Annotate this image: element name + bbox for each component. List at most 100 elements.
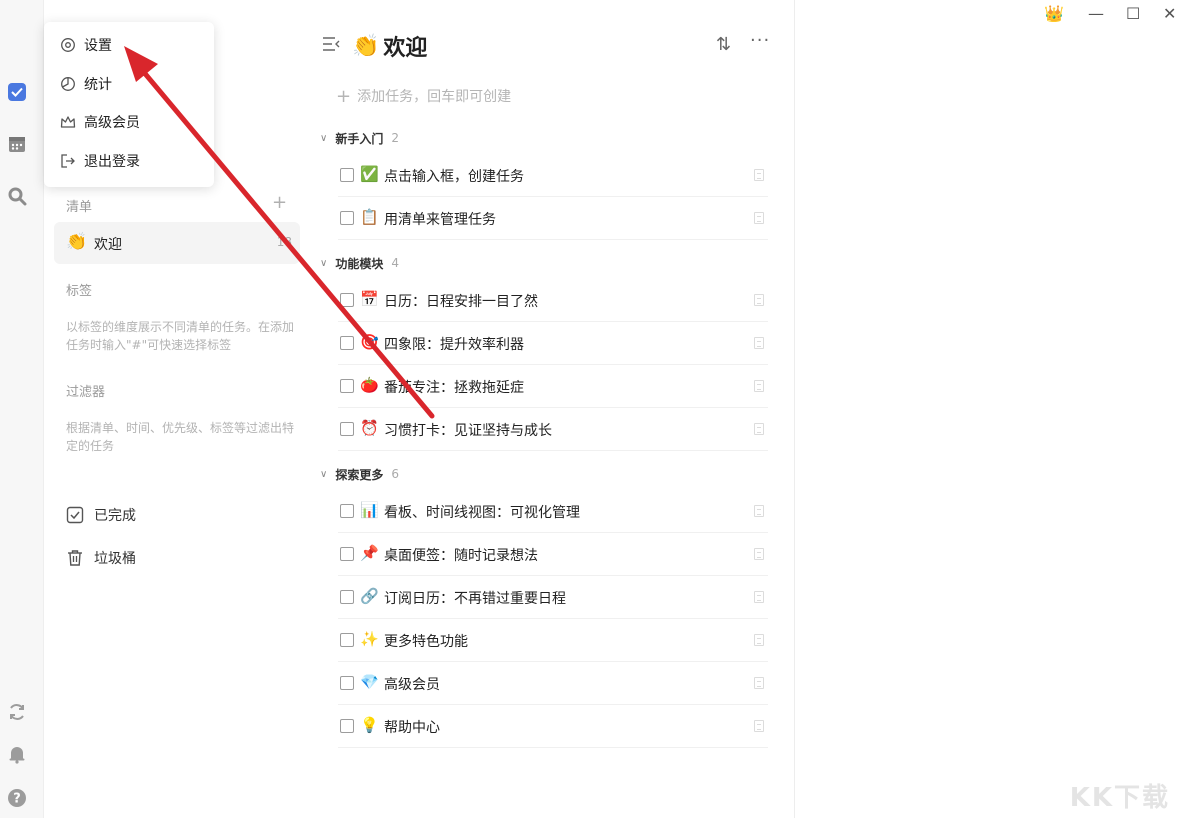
note-icon: [754, 380, 764, 392]
task-checkbox-icon[interactable]: [5, 80, 29, 104]
note-icon: [754, 212, 764, 224]
task-checkbox[interactable]: [340, 336, 354, 350]
task-checkbox[interactable]: [340, 504, 354, 518]
add-task-input[interactable]: + 添加任务，回车即可创建: [336, 85, 512, 107]
tags-hint: 以标签的维度展示不同清单的任务。在添加任务时输入"#"可快速选择标签: [66, 320, 295, 352]
menu-item-settings[interactable]: 设置: [60, 34, 112, 56]
task-title: 点击输入框，创建任务: [384, 169, 524, 185]
sidebar-item-completed[interactable]: 已完成: [66, 503, 136, 527]
task-checkbox[interactable]: [340, 547, 354, 561]
task-list-panel: 👏 欢迎 ⇅ ··· + 添加任务，回车即可创建 ∨ 新手入门 2 ✅ 点击输入…: [300, 0, 795, 818]
crown-outline-icon: [60, 116, 76, 128]
task-checkbox[interactable]: [340, 211, 354, 225]
menu-item-statistics-label: 统计: [84, 77, 112, 93]
menu-item-statistics[interactable]: 统计: [60, 73, 112, 95]
task-checkbox[interactable]: [340, 633, 354, 647]
lists-section-title: 清单: [66, 200, 93, 215]
detail-panel: 👑 — ☐ ✕ KK下载: [796, 0, 1178, 818]
task-row[interactable]: ✅ 点击输入框，创建任务: [338, 154, 768, 197]
calendar-icon[interactable]: [5, 132, 29, 156]
task-title: 四象限：提升效率利器: [384, 337, 524, 353]
group-count: 4: [391, 256, 399, 270]
plus-icon: +: [336, 85, 352, 107]
task-row[interactable]: 📋 用清单来管理任务: [338, 197, 768, 240]
task-row[interactable]: 📊 看板、时间线视图：可视化管理: [338, 490, 768, 533]
close-button[interactable]: ✕: [1163, 4, 1176, 23]
task-title: 习惯打卡：见证坚持与成长: [384, 423, 552, 439]
task-row[interactable]: 🍅 番茄专注：拯救拖延症: [338, 365, 768, 408]
task-checkbox[interactable]: [340, 590, 354, 604]
group-header[interactable]: ∨ 探索更多 6: [320, 464, 399, 484]
page-title-text: 欢迎: [383, 36, 428, 61]
sidebar-item-completed-label: 已完成: [94, 508, 136, 524]
task-checkbox[interactable]: [340, 719, 354, 733]
link-icon: 🔗: [360, 587, 379, 605]
task-row[interactable]: 📌 桌面便签：随时记录想法: [338, 533, 768, 576]
bell-icon[interactable]: [5, 742, 29, 766]
add-list-button[interactable]: +: [272, 194, 287, 212]
group-count: 2: [391, 131, 399, 145]
sidebar-list-welcome[interactable]: 👏 欢迎 18: [54, 222, 300, 264]
task-row[interactable]: 🔗 订阅日历：不再错过重要日程: [338, 576, 768, 619]
menu-item-premium[interactable]: 高级会员: [60, 111, 140, 133]
sort-icon[interactable]: ⇅: [716, 34, 731, 55]
group-header[interactable]: ∨ 功能模块 4: [320, 253, 399, 273]
chevron-down-icon: ∨: [320, 468, 328, 480]
check-mark-icon: ✅: [360, 165, 379, 183]
tomato-icon: 🍅: [360, 376, 379, 394]
maximize-button[interactable]: ☐: [1126, 4, 1140, 23]
search-icon[interactable]: [5, 184, 29, 208]
filters-hint: 根据清单、时间、优先级、标签等过滤出特定的任务: [66, 421, 295, 453]
alarm-clock-icon: ⏰: [360, 419, 379, 437]
minimize-button[interactable]: —: [1088, 4, 1104, 23]
task-title: 帮助中心: [384, 720, 440, 736]
target-icon: 🎯: [360, 333, 379, 351]
account-popup-menu: 设置 统计 高级会员 退出登录: [44, 22, 214, 187]
note-icon: [754, 591, 764, 603]
task-checkbox[interactable]: [340, 422, 354, 436]
task-title: 用清单来管理任务: [384, 212, 496, 228]
sidebar-list-count: 18: [276, 235, 292, 249]
group-name: 新手入门: [335, 131, 384, 146]
task-row[interactable]: 💡 帮助中心: [338, 705, 768, 748]
filters-section-title: 过滤器: [66, 385, 106, 400]
task-row[interactable]: 💎 高级会员: [338, 662, 768, 705]
sidebar-list-label: 欢迎: [94, 237, 122, 253]
task-title: 订阅日历：不再错过重要日程: [384, 591, 566, 607]
collapse-sidebar-icon[interactable]: [322, 36, 340, 52]
completed-check-icon: [66, 506, 84, 524]
group-name: 功能模块: [335, 256, 384, 271]
note-icon: [754, 169, 764, 181]
menu-item-logout-label: 退出登录: [84, 154, 140, 170]
note-icon: [754, 294, 764, 306]
note-icon: [754, 423, 764, 435]
task-checkbox[interactable]: [340, 379, 354, 393]
sidebar-item-trash[interactable]: 垃圾桶: [66, 546, 136, 570]
note-icon: [754, 337, 764, 349]
task-row[interactable]: ⏰ 习惯打卡：见证坚持与成长: [338, 408, 768, 451]
menu-item-logout[interactable]: 退出登录: [60, 150, 140, 172]
crown-icon[interactable]: 👑: [1044, 4, 1064, 23]
pin-icon: 📌: [360, 544, 379, 562]
task-row[interactable]: 📅 日历：日程安排一目了然: [338, 279, 768, 322]
page-title: 👏 欢迎: [352, 30, 427, 62]
icon-rail: ?: [0, 0, 44, 818]
sync-icon[interactable]: [5, 700, 29, 724]
task-checkbox[interactable]: [340, 676, 354, 690]
note-icon: [754, 634, 764, 646]
task-checkbox[interactable]: [340, 168, 354, 182]
note-icon: [754, 677, 764, 689]
group-header[interactable]: ∨ 新手入门 2: [320, 128, 399, 148]
diamond-icon: 💎: [360, 673, 379, 691]
task-row[interactable]: 🎯 四象限：提升效率利器: [338, 322, 768, 365]
task-title: 高级会员: [384, 677, 440, 693]
add-task-placeholder: 添加任务，回车即可创建: [357, 89, 512, 105]
tags-section-title: 标签: [66, 284, 93, 299]
help-icon[interactable]: ?: [5, 786, 29, 810]
more-options-icon[interactable]: ···: [750, 30, 770, 51]
trash-icon: [68, 550, 82, 566]
task-title: 看板、时间线视图：可视化管理: [384, 505, 580, 521]
task-checkbox[interactable]: [340, 293, 354, 307]
svg-text:?: ?: [13, 792, 21, 807]
task-row[interactable]: ✨ 更多特色功能: [338, 619, 768, 662]
